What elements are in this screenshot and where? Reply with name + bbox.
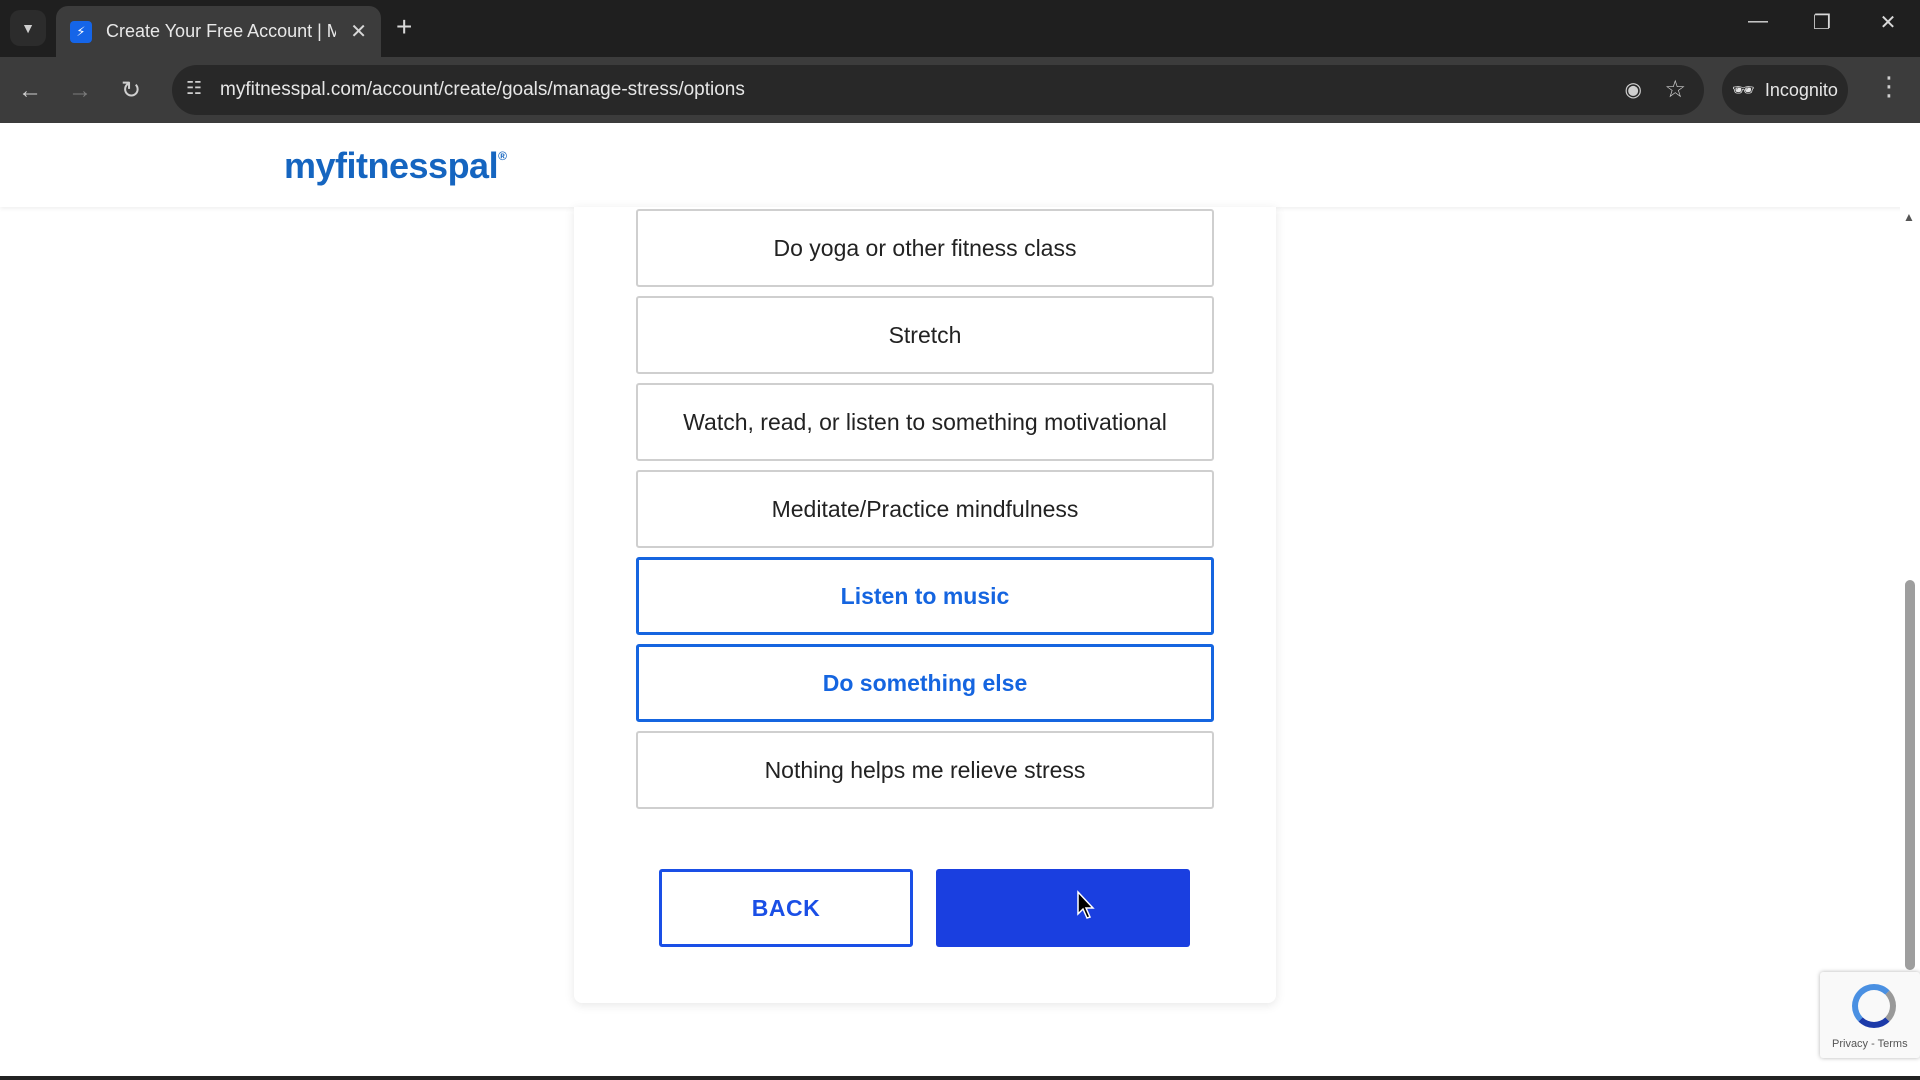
url-text[interactable]: myfitnesspal.com/account/create/goals/ma…: [220, 79, 745, 101]
options-card: Do yoga or other fitness class Stretch W…: [574, 207, 1276, 1003]
address-bar[interactable]: ☷ myfitnesspal.com/account/create/goals/…: [172, 65, 1704, 115]
tab-search-icon[interactable]: ▼: [10, 10, 46, 46]
minimize-icon[interactable]: —: [1738, 10, 1778, 33]
next-button[interactable]: [936, 869, 1190, 947]
recaptcha-icon: [1852, 984, 1896, 1028]
recaptcha-badge[interactable]: Privacy - Terms: [1820, 972, 1920, 1058]
back-button[interactable]: BACK: [659, 869, 913, 947]
restore-icon[interactable]: ❐: [1802, 10, 1842, 35]
scroll-up-arrow-icon[interactable]: ▲: [1903, 210, 1915, 224]
incognito-icon: 🕶: [1732, 79, 1755, 100]
reload-icon[interactable]: ↻: [113, 73, 149, 109]
site-settings-icon[interactable]: ☷: [186, 78, 202, 99]
mouse-cursor-icon: [1077, 890, 1095, 919]
incognito-badge[interactable]: 🕶 Incognito: [1722, 65, 1848, 115]
option-listen-to-music[interactable]: Listen to music: [636, 557, 1214, 635]
option-meditate[interactable]: Meditate/Practice mindfulness: [636, 470, 1214, 548]
site-header: myfitnesspal®: [0, 123, 1920, 207]
tab-title: Create Your Free Account | MyF: [106, 21, 336, 41]
eye-off-icon[interactable]: ◉: [1625, 77, 1642, 102]
logo-text: myfitnesspal: [284, 145, 499, 186]
browser-tab-bar: ▼ ⚡ Create Your Free Account | MyF ✕ + —…: [0, 0, 1920, 57]
forward-arrow-icon[interactable]: →: [62, 73, 98, 109]
myfitnesspal-logo[interactable]: myfitnesspal®: [284, 145, 507, 187]
browser-tab[interactable]: ⚡ Create Your Free Account | MyF ✕: [56, 6, 381, 57]
option-nothing-helps[interactable]: Nothing helps me relieve stress: [636, 731, 1214, 809]
option-yoga[interactable]: Do yoga or other fitness class: [636, 209, 1214, 287]
browser-menu-icon[interactable]: ⋮: [1876, 71, 1902, 102]
tab-close-icon[interactable]: ✕: [350, 19, 367, 44]
option-something-else[interactable]: Do something else: [636, 644, 1214, 722]
window-close-icon[interactable]: ✕: [1868, 10, 1908, 35]
back-arrow-icon[interactable]: ←: [12, 73, 48, 109]
bottom-border: [0, 1076, 1920, 1080]
bookmark-star-icon[interactable]: ☆: [1664, 75, 1686, 104]
option-motivational[interactable]: Watch, read, or listen to something moti…: [636, 383, 1214, 461]
myfitnesspal-favicon-icon: ⚡: [70, 20, 92, 43]
option-stretch[interactable]: Stretch: [636, 296, 1214, 374]
browser-toolbar: ← → ↻ ☷ myfitnesspal.com/account/create/…: [0, 57, 1920, 123]
new-tab-icon[interactable]: +: [396, 12, 412, 42]
scrollbar-thumb[interactable]: [1905, 580, 1915, 970]
incognito-label: Incognito: [1764, 79, 1838, 100]
recaptcha-links[interactable]: Privacy - Terms: [1832, 1038, 1908, 1050]
